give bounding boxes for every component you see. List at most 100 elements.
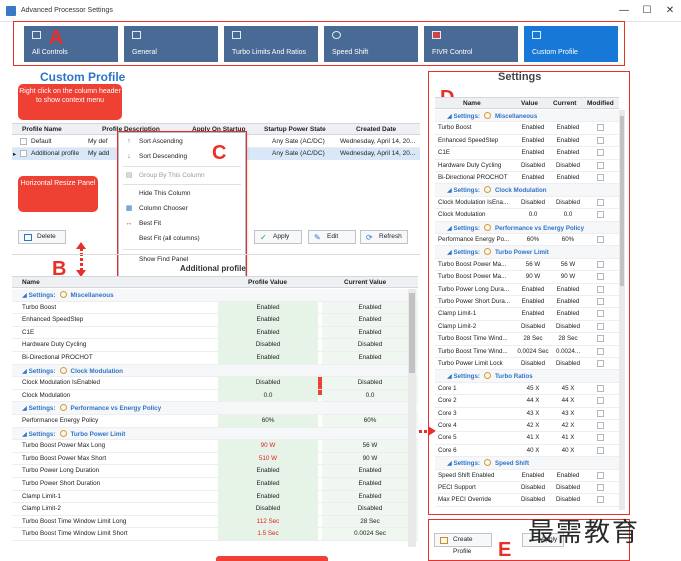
setting-value[interactable]: Disabled xyxy=(517,496,549,503)
details-group-row[interactable]: ◢ Settings: Clock Modulation xyxy=(12,364,418,378)
modified-checkbox[interactable] xyxy=(597,446,604,454)
setting-value[interactable]: Disabled xyxy=(517,360,549,367)
settings-row[interactable]: Speed Shift Enabled Enabled Enabled xyxy=(435,470,619,482)
settings-group-row[interactable]: ◢ Settings: Speed Shift xyxy=(435,457,619,470)
details-row[interactable]: Turbo Boost Time Window Limit Short 1.5 S… xyxy=(12,528,418,541)
profile-value-cell[interactable]: Enabled xyxy=(218,352,318,364)
settings-row[interactable]: Turbo Power Limit Lock Disabled Disabled xyxy=(435,358,619,371)
profile-value-cell[interactable]: Enabled xyxy=(218,465,318,477)
settings-row[interactable]: Turbo Boost Enabled Enabled xyxy=(435,122,619,135)
settings-group-row[interactable]: ◢ Settings: Turbo Power Limit xyxy=(435,246,619,259)
details-row[interactable]: Hardware Duty Cycling Disabled Disabled xyxy=(12,339,418,352)
settings-row[interactable]: Turbo Boost Time Wind... 28 Sec 28 Sec xyxy=(435,333,619,346)
setting-value[interactable]: 0.0024 Sec xyxy=(517,348,549,355)
setting-value[interactable]: Disabled xyxy=(517,484,549,491)
delete-button[interactable]: Delete xyxy=(18,230,66,244)
modified-checkbox[interactable] xyxy=(597,124,604,132)
settings-group-row[interactable]: ◢ Settings: Turbo Ratios xyxy=(435,370,619,383)
col-setting-current[interactable]: Current xyxy=(553,100,576,107)
settings-row[interactable]: Turbo Power Short Dura... Enabled Enabled xyxy=(435,296,619,309)
modified-checkbox[interactable] xyxy=(597,409,604,417)
profile-value-cell[interactable]: Enabled xyxy=(218,314,318,326)
col-name[interactable]: Name xyxy=(22,279,40,286)
settings-row[interactable]: Turbo Boost Time Wind... 0.0024 Sec 0.0024… xyxy=(435,346,619,358)
settings-row[interactable]: Turbo Boost Power Ma... 90 W 90 W xyxy=(435,271,619,284)
profile-value-cell[interactable]: Enabled xyxy=(218,326,318,339)
details-row[interactable]: Clock Modulation 0.0 0.0 xyxy=(12,389,418,403)
settings-row[interactable]: Enhanced SpeedStep Enabled Enabled xyxy=(435,135,619,148)
settings-scrollbar[interactable] xyxy=(619,110,625,510)
modified-checkbox[interactable] xyxy=(597,484,604,491)
modified-checkbox[interactable] xyxy=(597,161,604,169)
settings-row[interactable]: Performance Energy Po... 60% 60% xyxy=(435,234,619,247)
col-profile-name[interactable]: Profile Name xyxy=(22,126,62,133)
details-row[interactable]: Enhanced SpeedStep Enabled Enabled xyxy=(12,314,418,327)
modified-checkbox[interactable] xyxy=(597,236,604,243)
modified-checkbox[interactable] xyxy=(597,260,604,268)
modified-checkbox[interactable] xyxy=(597,471,604,479)
setting-value[interactable]: 43 X xyxy=(517,410,549,417)
modified-checkbox[interactable] xyxy=(597,347,604,355)
modified-checkbox[interactable] xyxy=(597,285,604,293)
settings-row[interactable]: Clock Modulation IsEna... Disabled Disable… xyxy=(435,197,619,210)
profile-value-cell[interactable]: Disabled xyxy=(218,339,318,351)
details-group-row[interactable]: ◢ Settings: Performance vs Energy Policy xyxy=(12,402,418,415)
profile-value-cell[interactable]: 112 Sec xyxy=(218,515,318,528)
details-row[interactable]: Turbo Boost Enabled Enabled xyxy=(12,301,418,315)
col-setting-name[interactable]: Name xyxy=(463,100,481,107)
modified-checkbox[interactable] xyxy=(597,174,604,181)
modified-checkbox[interactable] xyxy=(597,434,604,442)
details-scrollbar-thumb[interactable] xyxy=(409,293,415,373)
profile-value-cell[interactable]: Enabled xyxy=(218,478,318,490)
profile-value-cell[interactable]: 0.0 xyxy=(218,389,318,402)
settings-row[interactable]: PECI Support Disabled Disabled xyxy=(435,482,619,495)
col-startup-power-state[interactable]: Startup Power State xyxy=(264,126,326,133)
setting-value[interactable]: 60% xyxy=(517,236,549,243)
details-row[interactable]: Turbo Power Long Duration Enabled Enabled xyxy=(12,465,418,478)
col-current-value[interactable]: Current Value xyxy=(344,279,386,286)
details-row[interactable]: Turbo Boost Power Max Short 510 W 90 W xyxy=(12,452,418,466)
details-row[interactable]: Performance Energy Policy 60% 60% xyxy=(12,415,418,428)
modified-checkbox[interactable] xyxy=(597,298,604,305)
col-setting-value[interactable]: Value xyxy=(521,100,538,107)
setting-value[interactable]: Enabled xyxy=(517,310,549,317)
settings-row[interactable]: C1E Enabled Enabled xyxy=(435,147,619,160)
settings-row[interactable]: Core 3 43 X 43 X xyxy=(435,408,619,420)
modified-checkbox[interactable] xyxy=(597,360,604,367)
col-setting-modified[interactable]: Modified xyxy=(587,100,614,107)
settings-row[interactable]: Turbo Power Long Dura... Enabled Enabled xyxy=(435,284,619,296)
panel-splitter[interactable] xyxy=(12,254,420,255)
settings-row[interactable]: Core 2 44 X 44 X xyxy=(435,395,619,408)
profile-value-cell[interactable]: 90 W xyxy=(218,440,318,452)
create-profile-button[interactable]: Create Profile xyxy=(434,533,492,555)
details-row[interactable]: Turbo Power Short Duration Enabled Enabled xyxy=(12,478,418,491)
setting-value[interactable]: Enabled xyxy=(517,124,549,131)
profile-checkbox[interactable] xyxy=(20,138,27,145)
modified-checkbox[interactable] xyxy=(597,496,604,504)
settings-row[interactable]: Core 4 42 X 42 X xyxy=(435,420,619,433)
collapse-icon[interactable]: ◢ xyxy=(22,431,29,438)
details-scrollbar[interactable] xyxy=(408,289,416,547)
profile-value-cell[interactable]: Enabled xyxy=(218,301,318,314)
setting-value[interactable]: 40 X xyxy=(517,447,549,454)
edit-button[interactable]: ✎ Edit xyxy=(308,230,356,244)
settings-row[interactable]: Clock Modulation 0.0 0.0 xyxy=(435,209,619,222)
setting-value[interactable]: 56 W xyxy=(517,261,549,268)
modified-checkbox[interactable] xyxy=(597,322,604,330)
details-group-row[interactable]: ◢ Settings: Turbo Power Limit xyxy=(12,427,418,441)
settings-scrollbar-thumb[interactable] xyxy=(620,116,624,286)
details-group-row[interactable]: ◢ Settings: Miscellaneous xyxy=(12,289,418,302)
setting-value[interactable]: 41 X xyxy=(517,434,549,441)
settings-group-row[interactable]: ◢ Settings: Performance vs Energy Policy xyxy=(435,221,619,234)
setting-value[interactable]: Enabled xyxy=(517,298,549,305)
setting-value[interactable]: Enabled xyxy=(517,137,549,144)
collapse-icon[interactable]: ◢ xyxy=(22,368,29,375)
refresh-button[interactable]: ⟳ Refresh xyxy=(360,230,408,244)
modified-checkbox[interactable] xyxy=(597,384,604,392)
details-row[interactable]: Turbo Boost Time Window Limit Long 112 Se… xyxy=(12,515,418,529)
modified-checkbox[interactable] xyxy=(597,211,604,219)
collapse-icon[interactable]: ◢ xyxy=(22,292,29,299)
details-row[interactable]: Turbo Boost Power Max Long 90 W 56 W xyxy=(12,440,418,453)
setting-value[interactable]: 28 Sec xyxy=(517,335,549,342)
modified-checkbox[interactable] xyxy=(597,310,604,318)
